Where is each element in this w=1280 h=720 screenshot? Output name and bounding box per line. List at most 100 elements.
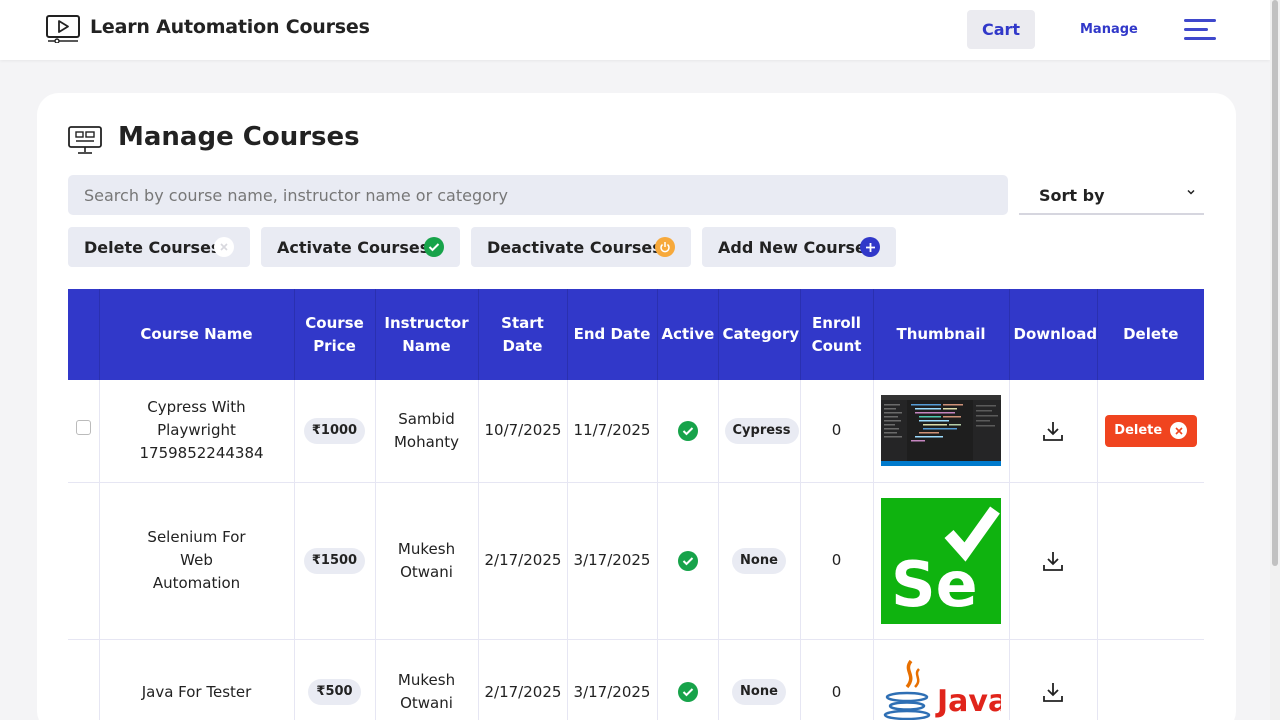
delete-cell xyxy=(1096,482,1204,640)
add-new-course-label: Add New Course xyxy=(718,237,866,257)
category-cell: Cypress xyxy=(717,380,800,483)
delete-cell xyxy=(1096,639,1204,720)
instructor-cell: Mukesh Otwani xyxy=(374,482,478,640)
download-icon[interactable] xyxy=(1041,419,1065,443)
plus-circle-icon xyxy=(860,237,880,257)
table-row: Java For Tester ₹500 Mukesh Otwani 2/17/… xyxy=(68,639,1204,720)
cart-button[interactable]: Cart xyxy=(967,10,1035,49)
selenium-logo-thumbnail: Se xyxy=(881,497,1001,624)
delete-courses-label: Delete Courses xyxy=(84,237,221,257)
download-cell xyxy=(1008,639,1097,720)
course-price-cell: ₹1500 xyxy=(293,482,375,640)
chevron-down-icon xyxy=(1187,189,1195,195)
active-check-icon xyxy=(677,420,698,441)
top-navbar: Learn Automation Courses Cart Manage xyxy=(0,0,1270,60)
header-select xyxy=(68,289,99,380)
download-cell xyxy=(1008,482,1097,640)
category-badge: Cypress xyxy=(724,417,799,444)
header-start-date: Start Date xyxy=(477,289,567,380)
active-cell xyxy=(656,482,718,640)
deactivate-courses-button[interactable]: Deactivate Courses xyxy=(471,227,691,267)
enroll-count-cell: 0 xyxy=(799,639,873,720)
close-circle-icon xyxy=(214,237,234,257)
power-icon xyxy=(655,237,675,257)
search-input[interactable] xyxy=(68,175,1008,215)
close-circle-icon xyxy=(1170,422,1188,440)
instructor-cell: Sambid Mohanty xyxy=(374,380,478,483)
brand-title[interactable]: Learn Automation Courses xyxy=(90,16,370,38)
enroll-count-cell: 0 xyxy=(799,380,873,483)
header-instructor-name: Instructor Name xyxy=(374,289,478,380)
end-date-cell: 11/7/2025 xyxy=(566,380,657,483)
download-icon[interactable] xyxy=(1041,549,1065,573)
end-date-cell: 3/17/2025 xyxy=(566,482,657,640)
category-badge: None xyxy=(732,679,786,705)
price-badge: ₹500 xyxy=(308,679,361,705)
video-monitor-icon xyxy=(46,15,80,43)
header-thumbnail: Thumbnail xyxy=(872,289,1009,380)
header-course-name: Course Name xyxy=(98,289,294,380)
thumbnail-cell: Java xyxy=(872,639,1009,720)
selenium-logo-text: Se xyxy=(891,548,978,621)
java-logo-text: Java xyxy=(935,684,1001,719)
add-new-course-button[interactable]: Add New Course xyxy=(702,227,896,267)
sort-by-label: Sort by xyxy=(1039,185,1105,205)
instructor-cell: Mukesh Otwani xyxy=(374,639,478,720)
delete-courses-button[interactable]: Delete Courses xyxy=(68,227,250,267)
header-active: Active xyxy=(656,289,718,380)
thumbnail-cell: Se xyxy=(872,482,1009,640)
scrollbar-thumb[interactable] xyxy=(1272,0,1278,566)
table-row: Cypress With Playwright 1759852244384 ₹1… xyxy=(68,380,1204,483)
table-header-row: Course Name Course Price Instructor Name… xyxy=(68,289,1204,380)
deactivate-courses-label: Deactivate Courses xyxy=(487,237,662,257)
page-scrollbar[interactable] xyxy=(1270,0,1280,720)
price-badge: ₹1500 xyxy=(303,547,366,574)
row-select-cell xyxy=(68,380,99,483)
course-price-cell: ₹1000 xyxy=(293,380,375,483)
courses-table: Course Name Course Price Instructor Name… xyxy=(68,289,1204,720)
enroll-count-cell: 0 xyxy=(799,482,873,640)
course-price-cell: ₹500 xyxy=(293,639,375,720)
start-date-cell: 10/7/2025 xyxy=(477,380,567,483)
category-badge: None xyxy=(732,547,786,574)
header-end-date: End Date xyxy=(566,289,657,380)
start-date-cell: 2/17/2025 xyxy=(477,482,567,640)
thumbnail-cell xyxy=(872,380,1009,483)
table-row: Selenium For Web Automation ₹1500 Mukesh… xyxy=(68,482,1204,640)
activate-courses-label: Activate Courses xyxy=(277,237,430,257)
check-circle-icon xyxy=(424,237,444,257)
page-title: Manage Courses xyxy=(118,122,360,152)
active-check-icon xyxy=(677,550,698,571)
delete-cell: Delete xyxy=(1096,380,1204,483)
start-date-cell: 2/17/2025 xyxy=(477,639,567,720)
delete-button-label: Delete xyxy=(1114,423,1163,439)
category-cell: None xyxy=(717,482,800,640)
sort-by-select[interactable]: Sort by xyxy=(1019,177,1204,215)
activate-courses-button[interactable]: Activate Courses xyxy=(261,227,460,267)
active-cell xyxy=(656,639,718,720)
course-name-cell: Java For Tester xyxy=(98,639,294,720)
active-cell xyxy=(656,380,718,483)
row-checkbox[interactable] xyxy=(75,420,91,436)
download-cell xyxy=(1008,380,1097,483)
price-badge: ₹1000 xyxy=(303,417,366,444)
code-editor-thumbnail xyxy=(881,395,1001,467)
header-enroll-count: Enroll Count xyxy=(799,289,873,380)
java-logo-thumbnail: Java xyxy=(881,657,1001,720)
row-select-cell xyxy=(68,482,99,640)
computer-course-icon xyxy=(68,126,102,154)
download-icon[interactable] xyxy=(1041,680,1065,704)
row-select-cell xyxy=(68,639,99,720)
category-cell: None xyxy=(717,639,800,720)
header-delete: Delete xyxy=(1096,289,1204,380)
manage-link[interactable]: Manage xyxy=(1080,22,1138,37)
end-date-cell: 3/17/2025 xyxy=(566,639,657,720)
active-check-icon xyxy=(677,682,698,702)
header-download: Download xyxy=(1008,289,1097,380)
hamburger-menu-icon[interactable] xyxy=(1184,18,1218,42)
header-category: Category xyxy=(717,289,800,380)
course-name-cell: Cypress With Playwright 1759852244384 xyxy=(98,380,294,483)
delete-row-button[interactable]: Delete xyxy=(1104,414,1197,447)
header-course-price: Course Price xyxy=(293,289,375,380)
course-name-cell: Selenium For Web Automation xyxy=(98,482,294,640)
